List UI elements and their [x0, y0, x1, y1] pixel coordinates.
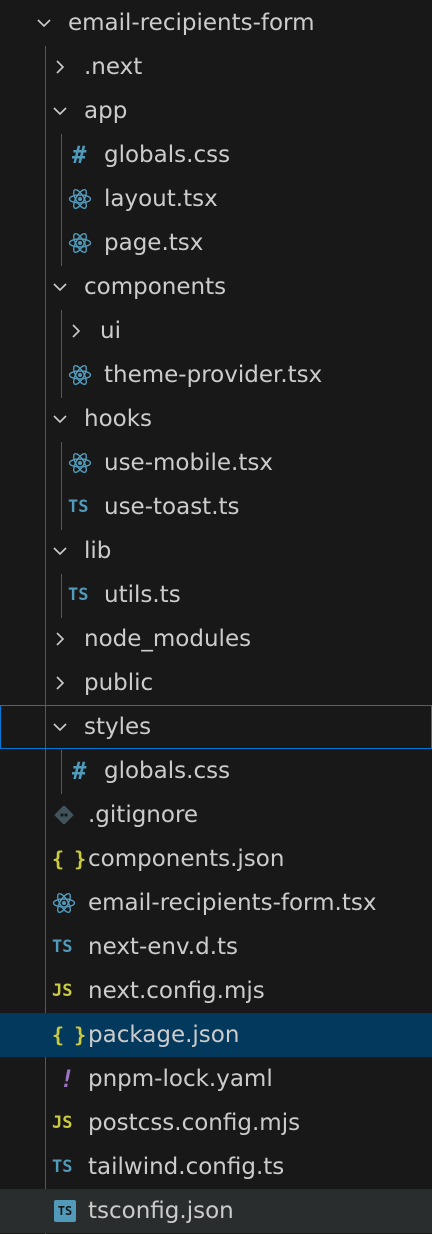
file-globals-css[interactable]: # globals.css	[0, 749, 432, 793]
file-theme-provider-tsx[interactable]: theme-provider.tsx	[0, 353, 432, 397]
file-utils-ts[interactable]: TS utils.ts	[0, 573, 432, 617]
file-layout-tsx[interactable]: layout.tsx	[0, 177, 432, 221]
file-label: utils.ts	[104, 582, 181, 608]
yaml-icon: !	[60, 1065, 75, 1093]
file-label: theme-provider.tsx	[104, 362, 323, 388]
chevron-right-icon	[52, 45, 84, 89]
file-label: page.tsx	[104, 230, 204, 256]
folder-label: styles	[84, 714, 152, 740]
folder-hooks[interactable]: hooks	[0, 397, 432, 441]
chevron-right-icon	[68, 309, 100, 353]
folder-node-modules[interactable]: node_modules	[0, 617, 432, 661]
file-label: globals.css	[104, 758, 231, 784]
file-pnpm-lock-yaml[interactable]: ! pnpm-lock.yaml	[0, 1057, 432, 1101]
chevron-down-icon	[52, 529, 84, 573]
css-hash-icon: #	[72, 757, 87, 785]
react-icon	[68, 353, 104, 397]
javascript-icon: JS	[52, 1113, 73, 1133]
file-use-toast-ts[interactable]: TS use-toast.ts	[0, 485, 432, 529]
css-hash-icon: #	[72, 141, 87, 169]
chevron-down-icon	[52, 397, 84, 441]
file-label: pnpm-lock.yaml	[88, 1066, 273, 1092]
git-icon	[52, 793, 88, 837]
json-icon: { }	[52, 1023, 86, 1047]
file-tailwind-config-ts[interactable]: TS tailwind.config.ts	[0, 1145, 432, 1189]
file-use-mobile-tsx[interactable]: use-mobile.tsx	[0, 441, 432, 485]
file-label: postcss.config.mjs	[88, 1110, 301, 1136]
file-label: next-env.d.ts	[88, 934, 239, 960]
chevron-down-icon	[52, 705, 84, 749]
file-tsconfig-json[interactable]: TS tsconfig.json	[0, 1189, 432, 1233]
file-next-env-d-ts[interactable]: TS next-env.d.ts	[0, 925, 432, 969]
typescript-icon: TS	[68, 497, 89, 517]
folder-label: hooks	[84, 406, 153, 432]
chevron-right-icon	[52, 617, 84, 661]
folder-label: node_modules	[84, 626, 252, 652]
file-gitignore[interactable]: .gitignore	[0, 793, 432, 837]
file-email-recipients-form-tsx[interactable]: email-recipients-form.tsx	[0, 881, 432, 925]
chevron-down-icon	[52, 89, 84, 133]
folder-styles[interactable]: styles	[0, 705, 432, 749]
json-icon: { }	[52, 847, 86, 871]
folder-components[interactable]: components	[0, 265, 432, 309]
chevron-right-icon	[52, 661, 84, 705]
file-label: tailwind.config.ts	[88, 1154, 285, 1180]
folder-ui[interactable]: ui	[0, 309, 432, 353]
file-label: globals.css	[104, 142, 231, 168]
file-components-json[interactable]: { } components.json	[0, 837, 432, 881]
typescript-icon: TS	[52, 1157, 73, 1177]
javascript-icon: JS	[52, 981, 73, 1001]
react-icon	[52, 881, 88, 925]
file-page-tsx[interactable]: page.tsx	[0, 221, 432, 265]
folder-label: .next	[84, 54, 143, 80]
file-label: use-toast.ts	[104, 494, 240, 520]
folder-label: lib	[84, 538, 112, 564]
folder-label: components	[84, 274, 227, 300]
tsconfig-icon: TS	[52, 1189, 88, 1233]
react-icon	[68, 221, 104, 265]
folder-label: email-recipients-form	[68, 10, 315, 36]
file-label: components.json	[88, 846, 285, 872]
folder-app[interactable]: app	[0, 89, 432, 133]
file-label: .gitignore	[88, 802, 199, 828]
folder-root[interactable]: email-recipients-form	[0, 1, 432, 45]
file-label: use-mobile.tsx	[104, 450, 273, 476]
folder-label: ui	[100, 318, 121, 344]
file-label: package.json	[88, 1022, 240, 1048]
file-postcss-config-mjs[interactable]: JS postcss.config.mjs	[0, 1101, 432, 1145]
file-next-config-mjs[interactable]: JS next.config.mjs	[0, 969, 432, 1013]
file-explorer-tree: email-recipients-form .next app # globals.c…	[0, 0, 432, 1234]
chevron-down-icon	[52, 265, 84, 309]
file-label: layout.tsx	[104, 186, 218, 212]
folder-public[interactable]: public	[0, 661, 432, 705]
file-label: email-recipients-form.tsx	[88, 890, 377, 916]
react-icon	[68, 177, 104, 221]
file-globals-css[interactable]: # globals.css	[0, 133, 432, 177]
chevron-down-icon	[36, 1, 68, 45]
folder-lib[interactable]: lib	[0, 529, 432, 573]
react-icon	[68, 441, 104, 485]
file-label: tsconfig.json	[88, 1198, 234, 1224]
folder-label: public	[84, 670, 154, 696]
file-label: next.config.mjs	[88, 978, 265, 1004]
typescript-icon: TS	[68, 585, 89, 605]
folder-next[interactable]: .next	[0, 45, 432, 89]
folder-label: app	[84, 98, 128, 124]
typescript-icon: TS	[52, 937, 73, 957]
file-package-json[interactable]: { } package.json	[0, 1013, 432, 1057]
